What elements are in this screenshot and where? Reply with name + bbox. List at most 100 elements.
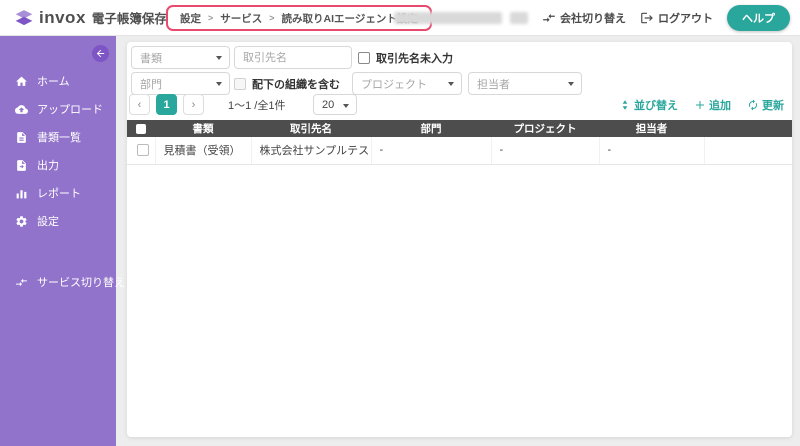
row-checkbox-cell (127, 137, 155, 164)
main-content: 書類 取引先名未入力 部門 配下の組織を含む プロジェクト 担当者 ‹ 1 › … (127, 42, 792, 437)
column-header-department[interactable]: 部門 (371, 120, 491, 137)
chevron-down-icon (343, 104, 349, 108)
sidebar: ホーム アップロード 書類一覧 出力 レポート (0, 36, 116, 446)
assignee-select-placeholder: 担当者 (477, 76, 510, 92)
doc-type-select[interactable]: 書類 (131, 46, 230, 69)
breadcrumb-settings[interactable]: 設定 (180, 11, 201, 26)
checkbox-label: 配下の組織を含む (252, 76, 340, 92)
project-select-placeholder: プロジェクト (361, 76, 427, 92)
table-header-row: 書類 取引先名 部門 プロジェクト 担当者 (127, 120, 792, 137)
sidebar-collapse-button[interactable] (92, 45, 109, 62)
refresh-label: 更新 (762, 97, 784, 113)
sidebar-item-report[interactable]: レポート (0, 179, 116, 207)
cell-doc-type: 見積書（受領） (155, 137, 251, 164)
sidebar-item-home[interactable]: ホーム (0, 67, 116, 95)
column-header-project[interactable]: プロジェクト (491, 120, 599, 137)
sidebar-item-output[interactable]: 出力 (0, 151, 116, 179)
plus-icon (694, 99, 706, 111)
sidebar-item-label: 出力 (37, 157, 59, 173)
cell-empty (704, 137, 792, 164)
breadcrumb: 設定 > サービス > 読み取りAIエージェント設定 (166, 5, 432, 31)
logo-text: invox (39, 8, 86, 28)
report-icon (15, 187, 28, 200)
cell-department: - (371, 137, 491, 164)
assignee-select[interactable]: 担当者 (468, 72, 582, 95)
documents-table: 書類 取引先名 部門 プロジェクト 担当者 見積書（受領） 株式会社サンプルテス… (127, 120, 792, 165)
row-checkbox[interactable] (137, 144, 149, 156)
department-select-placeholder: 部門 (140, 76, 162, 92)
settings-icon (15, 215, 28, 228)
cell-assignee: - (599, 137, 704, 164)
top-header: invox 電子帳簿保存 設定 > サービス > 読み取りAIエージェント設定 … (0, 0, 800, 36)
logout-label: ログアウト (658, 10, 713, 26)
redacted-text (510, 12, 528, 24)
chevron-down-icon (448, 82, 454, 86)
pagination-range-text: 1〜1 /全1件 (228, 94, 285, 115)
sidebar-item-upload[interactable]: アップロード (0, 95, 116, 123)
sidebar-item-service-switch[interactable]: サービス切り替え (0, 268, 116, 296)
sidebar-nav: ホーム アップロード 書類一覧 出力 レポート (0, 67, 116, 235)
sidebar-item-label: アップロード (37, 101, 103, 117)
checkbox-icon[interactable] (234, 78, 246, 90)
sidebar-item-label: ホーム (37, 73, 70, 89)
next-page-button[interactable]: › (183, 94, 204, 115)
logo-product-name: 電子帳簿保存 (92, 8, 167, 27)
chevron-down-icon (568, 82, 574, 86)
add-button[interactable]: 追加 (694, 97, 731, 113)
include-sub-org-checkbox[interactable]: 配下の組織を含む (234, 72, 340, 95)
select-all-checkbox[interactable] (136, 124, 146, 134)
app-logo: invox 電子帳簿保存 (14, 8, 167, 28)
help-button[interactable]: ヘルプ (727, 5, 790, 31)
prev-page-button[interactable]: ‹ (129, 94, 150, 115)
refresh-button[interactable]: 更新 (747, 97, 784, 113)
sidebar-item-label: 書類一覧 (37, 129, 81, 145)
service-switch-icon (15, 276, 28, 289)
sort-button[interactable]: 並び替え (619, 97, 678, 113)
home-icon (15, 75, 28, 88)
page-1-button[interactable]: 1 (156, 94, 177, 115)
document-list-icon (15, 131, 28, 144)
company-switch-button[interactable]: 会社切り替え (542, 10, 626, 26)
table-row[interactable]: 見積書（受領） 株式会社サンプルテスト - - - (127, 137, 792, 164)
upload-icon (15, 103, 28, 116)
sidebar-item-settings[interactable]: 設定 (0, 207, 116, 235)
sort-icon (619, 99, 631, 111)
header-actions: 会社切り替え ログアウト ヘルプ (394, 0, 790, 36)
page-size-select[interactable]: 20 (313, 94, 357, 115)
invox-logo-icon (14, 8, 34, 28)
chevron-down-icon (216, 56, 222, 60)
checkbox-label: 取引先名未入力 (376, 50, 453, 66)
sidebar-item-document-list[interactable]: 書類一覧 (0, 123, 116, 151)
breadcrumb-separator: > (208, 13, 213, 23)
add-label: 追加 (709, 97, 731, 113)
arrow-left-icon (95, 48, 106, 59)
company-switch-icon (542, 11, 556, 25)
logout-button[interactable]: ログアウト (640, 10, 713, 26)
sidebar-item-label: レポート (37, 185, 81, 201)
sidebar-item-label: 設定 (37, 213, 59, 229)
department-select[interactable]: 部門 (131, 72, 230, 95)
cell-project: - (491, 137, 599, 164)
page-size-value: 20 (322, 99, 334, 111)
select-all-header-cell (127, 120, 155, 137)
column-header-empty (704, 120, 792, 137)
logout-icon (640, 11, 654, 25)
partner-name-input[interactable] (234, 46, 352, 69)
chevron-down-icon (216, 82, 222, 86)
partner-name-empty-checkbox[interactable]: 取引先名未入力 (358, 46, 453, 69)
checkbox-icon[interactable] (358, 52, 370, 64)
doc-type-select-placeholder: 書類 (140, 50, 162, 66)
column-header-partner[interactable]: 取引先名 (251, 120, 371, 137)
redacted-account-info (394, 12, 528, 24)
sort-label: 並び替え (634, 97, 678, 113)
breadcrumb-service[interactable]: サービス (220, 11, 262, 26)
column-header-assignee[interactable]: 担当者 (599, 120, 704, 137)
column-header-doc-type[interactable]: 書類 (155, 120, 251, 137)
project-select[interactable]: プロジェクト (352, 72, 462, 95)
redacted-text (394, 12, 502, 24)
cell-partner: 株式会社サンプルテスト (251, 137, 371, 164)
company-switch-label: 会社切り替え (560, 10, 626, 26)
breadcrumb-separator: > (269, 13, 274, 23)
export-icon (15, 159, 28, 172)
table-toolbar: 並び替え 追加 更新 (619, 94, 784, 115)
